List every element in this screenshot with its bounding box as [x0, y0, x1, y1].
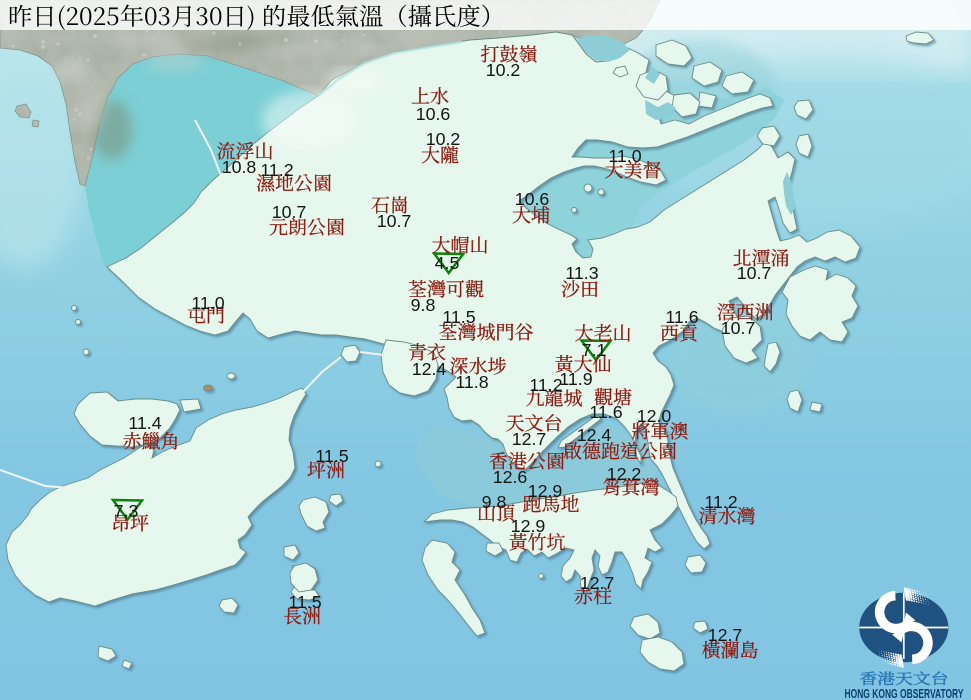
svg-text:11.5: 11.5 — [315, 446, 348, 466]
svg-text:12.7: 12.7 — [512, 429, 547, 449]
svg-text:4.5: 4.5 — [435, 253, 460, 273]
svg-text:10.8: 10.8 — [222, 157, 257, 177]
svg-text:11.5: 11.5 — [442, 307, 475, 327]
svg-text:12.0: 12.0 — [637, 406, 672, 426]
svg-text:10.6: 10.6 — [416, 104, 451, 124]
svg-text:10.7: 10.7 — [721, 318, 756, 338]
svg-text:11.0: 11.0 — [191, 293, 224, 313]
svg-text:10.7: 10.7 — [377, 211, 412, 231]
svg-text:10.2: 10.2 — [486, 60, 521, 80]
svg-text:11.4: 11.4 — [128, 413, 161, 433]
svg-text:10.7: 10.7 — [737, 263, 772, 283]
svg-text:11.2: 11.2 — [704, 492, 737, 512]
svg-text:昨日(2025年03月30日) 的最低氣溫（攝氏度）: 昨日(2025年03月30日) 的最低氣溫（攝氏度） — [8, 0, 505, 32]
svg-text:7.1: 7.1 — [582, 340, 607, 360]
svg-text:11.2: 11.2 — [260, 160, 293, 180]
svg-text:12.4: 12.4 — [577, 425, 612, 445]
svg-text:11.8: 11.8 — [455, 372, 488, 392]
svg-text:9.8: 9.8 — [411, 295, 436, 315]
svg-text:12.7: 12.7 — [580, 573, 615, 593]
svg-text:7.3: 7.3 — [114, 501, 139, 521]
svg-text:HONG KONG OBSERVATORY: HONG KONG OBSERVATORY — [845, 687, 964, 700]
svg-text:12.2: 12.2 — [607, 464, 642, 484]
svg-text:9.8: 9.8 — [482, 492, 507, 512]
svg-text:11.5: 11.5 — [288, 592, 321, 612]
svg-text:10.7: 10.7 — [272, 202, 307, 222]
svg-text:11.0: 11.0 — [608, 146, 641, 166]
svg-text:10.2: 10.2 — [426, 129, 461, 149]
svg-text:11.6: 11.6 — [665, 307, 698, 327]
svg-text:11.2: 11.2 — [529, 375, 562, 395]
svg-text:11.6: 11.6 — [589, 402, 622, 422]
svg-text:11.3: 11.3 — [565, 263, 598, 283]
svg-text:12.4: 12.4 — [412, 359, 447, 379]
svg-text:12.9: 12.9 — [528, 481, 563, 501]
svg-text:香港天文台: 香港天文台 — [860, 668, 949, 689]
svg-text:12.9: 12.9 — [511, 516, 546, 536]
svg-text:12.7: 12.7 — [708, 625, 743, 645]
svg-text:10.6: 10.6 — [515, 189, 550, 209]
svg-text:12.6: 12.6 — [493, 467, 528, 487]
